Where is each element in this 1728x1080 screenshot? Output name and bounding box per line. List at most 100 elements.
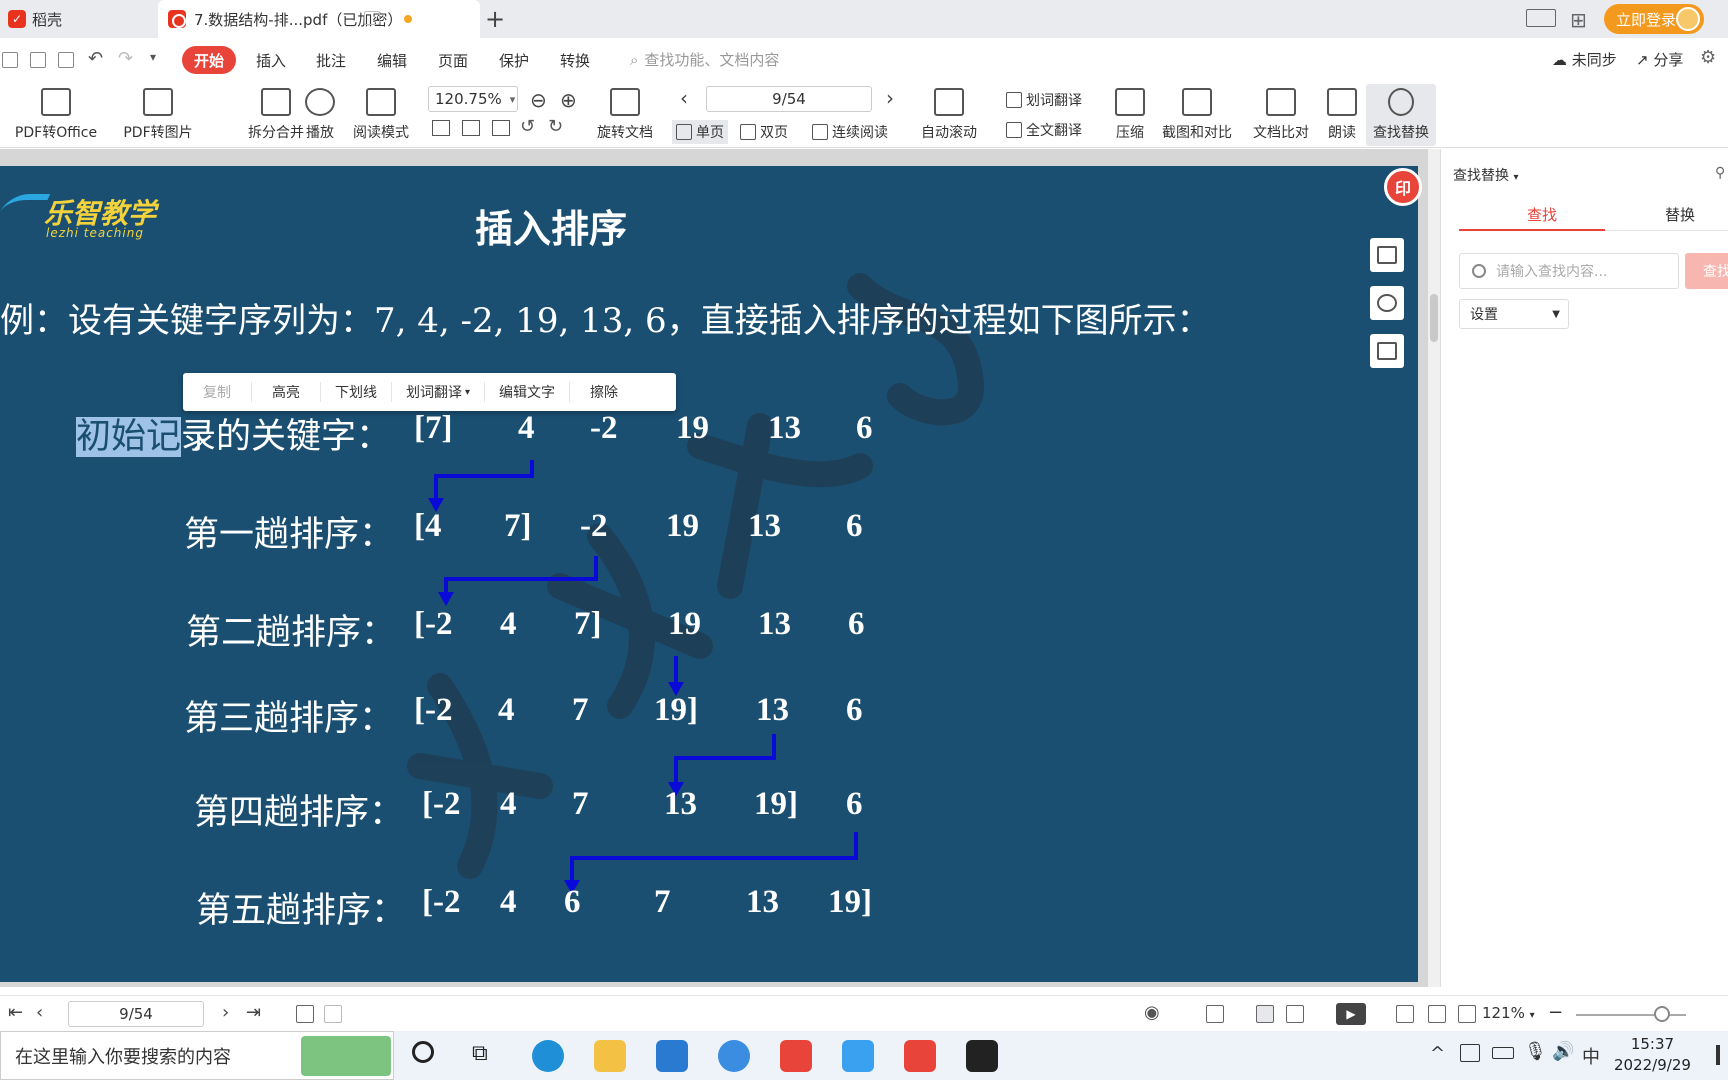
single-page-button[interactable]: 单页 <box>672 120 728 144</box>
menu-edit[interactable]: 编辑 <box>377 50 407 71</box>
scrollbar-thumb[interactable] <box>1430 294 1438 342</box>
fit-width-icon[interactable] <box>492 120 510 136</box>
function-search[interactable]: ⌕ 查找功能、文档内容 <box>630 49 779 70</box>
pdf-to-image-button[interactable]: PDF转图片 <box>118 84 198 146</box>
network-icon[interactable] <box>1460 1044 1480 1062</box>
find-replace-button-content[interactable]: 查找替换 <box>1366 84 1436 146</box>
login-button[interactable]: 立即登录 <box>1604 4 1704 34</box>
double-page-button[interactable]: 双页 <box>740 122 788 142</box>
tab-replace[interactable]: 替换 <box>1665 204 1695 225</box>
forward-icon[interactable] <box>324 1005 342 1023</box>
prev-page-icon[interactable]: ‹ <box>36 1002 43 1023</box>
actual-size-icon[interactable] <box>432 120 450 136</box>
zoom-select[interactable]: 120.75% ▾ <box>428 86 518 112</box>
zoom-out-icon[interactable]: ⊖ <box>530 88 547 112</box>
extract-image-tool[interactable] <box>1370 238 1404 272</box>
next-page-icon[interactable]: › <box>886 86 894 110</box>
new-tab-button[interactable]: + <box>480 4 510 34</box>
edge-icon[interactable] <box>532 1040 564 1072</box>
wps-icon[interactable] <box>904 1040 936 1072</box>
read-mode-button[interactable]: 阅读模式 <box>350 84 412 146</box>
find-button[interactable]: 查找 <box>1685 253 1728 289</box>
status-page-input[interactable]: 9/54 <box>68 1001 204 1027</box>
menu-page[interactable]: 页面 <box>438 50 468 71</box>
chevron-up-icon[interactable]: ^ <box>1430 1043 1445 1064</box>
task-view-icon[interactable]: ⧉ <box>472 1041 488 1066</box>
tab-document[interactable]: 7.数据结构-排...pdf（已加密） <box>158 0 480 38</box>
settings-select[interactable]: 设置 ▼ <box>1459 299 1569 329</box>
status-zoom[interactable]: 121% ▾ <box>1482 1004 1535 1022</box>
vertical-scrollbar[interactable] <box>1428 149 1440 987</box>
next-page-icon[interactable]: › <box>222 1002 229 1023</box>
screen-icon[interactable] <box>364 11 380 25</box>
redo-icon[interactable]: ↷ <box>118 48 133 69</box>
full-translate-button[interactable]: 全文翻译 <box>1006 120 1082 140</box>
rotate-left-icon[interactable]: ↺ <box>520 116 535 137</box>
fit-page-icon[interactable] <box>1428 1005 1446 1023</box>
zoom-out-icon[interactable]: − <box>1548 1002 1563 1023</box>
fit-width-icon[interactable] <box>1206 1005 1224 1023</box>
zoom-slider-knob[interactable] <box>1654 1006 1670 1022</box>
page-number-input[interactable]: 9/54 <box>706 86 872 112</box>
print-icon[interactable] <box>58 52 74 68</box>
zoom-in-icon[interactable]: ⊕ <box>560 88 577 112</box>
eye-protect-icon[interactable]: ◉ <box>1144 1002 1160 1023</box>
video-app-icon[interactable] <box>966 1040 998 1072</box>
stamp-icon[interactable]: 印 <box>1384 168 1422 206</box>
double-page-icon[interactable] <box>1286 1005 1304 1023</box>
menu-insert[interactable]: 插入 <box>256 50 286 71</box>
menu-convert[interactable]: 转换 <box>560 50 590 71</box>
last-page-icon[interactable]: ⇥ <box>246 1002 261 1023</box>
undo-icon[interactable]: ↶ <box>88 48 103 69</box>
underline-button[interactable]: 下划线 <box>321 382 392 402</box>
auto-scroll-button[interactable]: 自动滚动 <box>912 84 986 146</box>
read-aloud-button[interactable]: 朗读 <box>1322 84 1362 146</box>
grid-icon[interactable]: ⊞ <box>1570 8 1587 32</box>
ime-indicator[interactable]: 中 <box>1582 1043 1600 1069</box>
rotate-right-icon[interactable]: ↻ <box>548 116 563 137</box>
pin-icon[interactable]: ⚲ <box>1715 165 1725 181</box>
mail-icon[interactable] <box>656 1040 688 1072</box>
cloud-app-icon[interactable] <box>842 1040 874 1072</box>
continuous-read-button[interactable]: 连续阅读 <box>812 122 888 142</box>
word-translate-button[interactable]: 划词翻译 <box>1006 90 1082 110</box>
sync-status[interactable]: ☁ 未同步 <box>1552 49 1617 70</box>
battery-icon[interactable] <box>1492 1047 1514 1059</box>
copy-button[interactable]: 复制 <box>183 382 252 402</box>
print-tool[interactable] <box>1370 334 1404 368</box>
compress-button[interactable]: 压缩 <box>1110 84 1150 146</box>
layout-icon[interactable] <box>1526 9 1556 27</box>
file-explorer-icon[interactable] <box>594 1040 626 1072</box>
back-icon[interactable] <box>296 1005 314 1023</box>
browser-icon[interactable] <box>718 1040 750 1072</box>
show-desktop-button[interactable] <box>1716 1045 1720 1065</box>
play-button[interactable]: 播放 <box>300 84 340 146</box>
screenshot-compare-button[interactable]: 截图和对比 <box>1160 84 1234 146</box>
tab-home[interactable]: ✓ 稻壳 <box>0 0 155 38</box>
tab-find[interactable]: 查找 <box>1527 204 1557 225</box>
cortana-icon[interactable] <box>412 1041 434 1063</box>
taskbar-search[interactable]: 在这里输入你要搜索的内容 <box>0 1031 394 1080</box>
save-icon[interactable] <box>30 52 46 68</box>
rotate-document-button[interactable]: 旋转文档 <box>592 84 658 146</box>
doc-compare-button[interactable]: 文档比对 <box>1250 84 1312 146</box>
fit-page-icon[interactable] <box>462 120 480 136</box>
volume-icon[interactable]: 🔊 <box>1552 1041 1574 1062</box>
huawei-icon[interactable] <box>780 1040 812 1072</box>
chevron-down-icon[interactable]: ▾ <box>150 50 156 64</box>
prev-page-icon[interactable]: ‹ <box>680 86 688 110</box>
microphone-icon[interactable]: 🎙 <box>1524 1041 1547 1062</box>
first-page-icon[interactable]: ⇤ <box>8 1002 23 1023</box>
panel-title[interactable]: 查找替换 ▾ <box>1453 165 1518 185</box>
find-input[interactable]: 请输入查找内容... <box>1459 253 1679 289</box>
settings-gear-icon[interactable]: ⚙ <box>1700 47 1716 68</box>
pdf-to-office-button[interactable]: PDF转Office <box>8 84 104 146</box>
clock[interactable]: 15:37 2022/9/29 <box>1614 1034 1691 1076</box>
fit-width-icon[interactable] <box>1458 1005 1476 1023</box>
menu-annotate[interactable]: 批注 <box>316 50 346 71</box>
share-button[interactable]: ↗ 分享 <box>1636 49 1683 70</box>
open-icon[interactable] <box>2 52 18 68</box>
menu-protect[interactable]: 保护 <box>499 50 529 71</box>
erase-button[interactable]: 擦除 <box>570 382 638 402</box>
highlight-button[interactable]: 高亮 <box>252 382 321 402</box>
